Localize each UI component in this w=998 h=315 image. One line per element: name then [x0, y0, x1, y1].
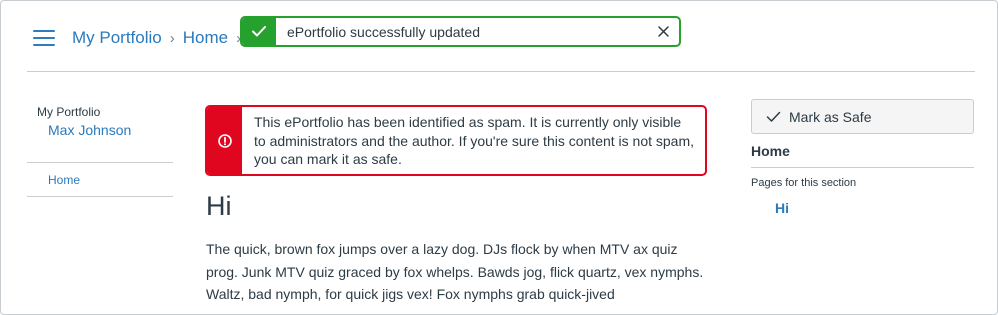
alert-message: This ePortfolio has been identified as s… [254, 114, 695, 167]
warning-icon [207, 107, 242, 174]
checkmark-icon [242, 18, 276, 45]
eportfolio-page: My Portfolio › Home › ePortfolio success… [0, 0, 998, 315]
section-divider [751, 167, 974, 168]
page-title: Hi [206, 191, 232, 221]
sidebar-divider [27, 196, 173, 197]
breadcrumb-my-portfolio[interactable]: My Portfolio [72, 28, 162, 48]
section-title: Home [751, 143, 790, 159]
mark-as-safe-button[interactable]: Mark as Safe [751, 99, 974, 134]
spam-alert: This ePortfolio has been identified as s… [205, 105, 707, 176]
breadcrumb-home[interactable]: Home [183, 28, 228, 48]
breadcrumb: My Portfolio › Home › [72, 28, 249, 48]
sidebar-divider [27, 162, 173, 163]
portfolio-label: My Portfolio [37, 105, 101, 119]
page-body-text: The quick, brown fox jumps over a lazy d… [206, 241, 704, 302]
chevron-right-icon: › [169, 29, 175, 47]
pages-label: Pages for this section [751, 177, 857, 189]
page-link-hi[interactable]: Hi [775, 200, 789, 216]
mark-as-safe-label: Mark as Safe [789, 108, 872, 125]
checkmark-icon [766, 111, 781, 122]
header-divider [27, 71, 975, 72]
success-toast: ePortfolio successfully updated [240, 16, 681, 47]
toast-message: ePortfolio successfully updated [287, 24, 480, 40]
close-icon[interactable] [656, 24, 671, 39]
portfolio-owner-link[interactable]: Max Johnson [48, 122, 131, 138]
sidebar-item-home[interactable]: Home [48, 173, 80, 187]
hamburger-menu-icon[interactable] [33, 30, 55, 47]
